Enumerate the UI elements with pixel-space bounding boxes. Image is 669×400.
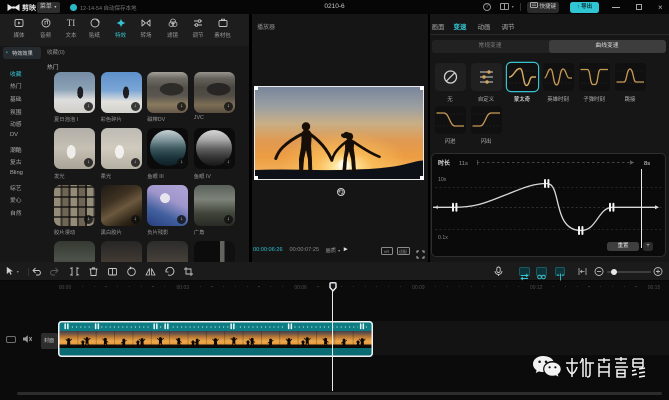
svg-text:8s: 8s [644, 161, 650, 167]
svg-text:TI: TI [67, 18, 76, 28]
svg-text:11s: 11s [459, 161, 468, 167]
svg-text:0.1x: 0.1x [438, 235, 448, 241]
svg-text:10x: 10x [438, 177, 447, 183]
svg-text:时长: 时长 [438, 159, 451, 167]
